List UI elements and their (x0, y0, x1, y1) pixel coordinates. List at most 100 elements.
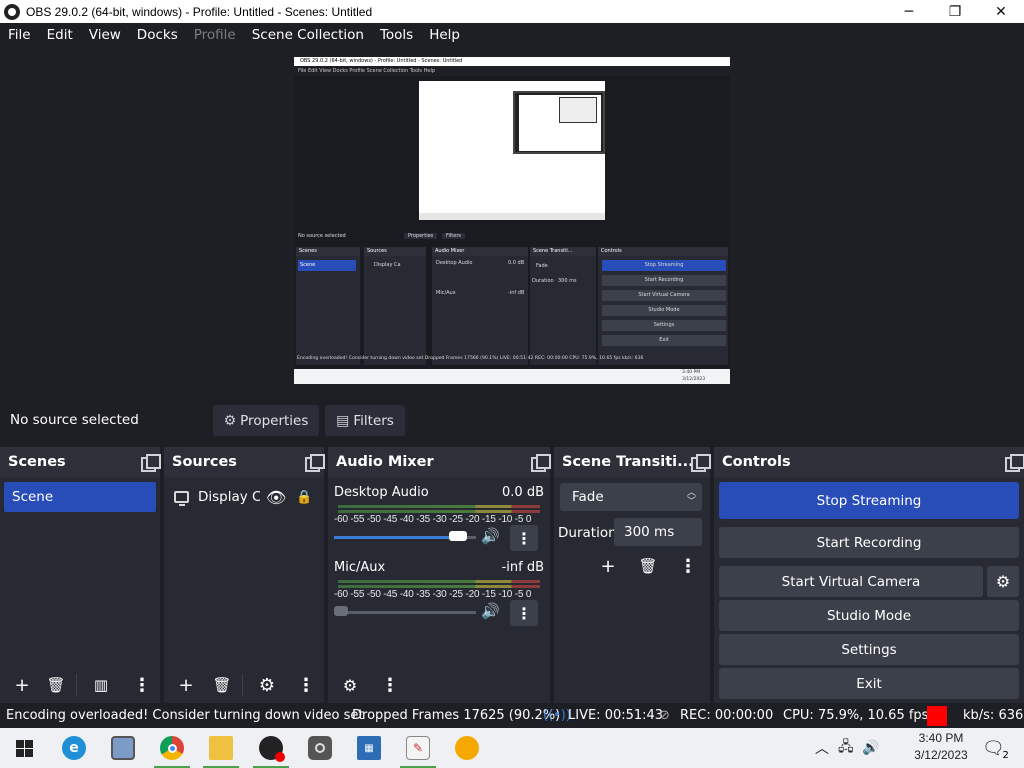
menu-edit[interactable]: Edit (39, 27, 81, 43)
menu-docks[interactable]: Docks (129, 27, 186, 43)
preview-sources-dock: Sources Display Ca (364, 247, 426, 365)
minimize-button[interactable]: ─ (886, 0, 932, 23)
stop-streaming-button[interactable]: Stop Streaming (719, 482, 1019, 519)
menu-bar: File Edit View Docks Profile Scene Colle… (0, 23, 1024, 47)
undock-icon[interactable] (305, 454, 325, 472)
chrome-icon[interactable] (148, 728, 196, 768)
add-source-button[interactable]: + (172, 671, 200, 699)
preview-canvas[interactable]: OBS 29.0.2 (64-bit, windows) - Profile: … (294, 57, 730, 384)
controls-dock: Controls Stop Streaming Start Recording … (714, 447, 1024, 703)
windows-start-icon[interactable] (0, 728, 48, 768)
sources-footer: + 🗑 ⚙ ⋮ (164, 667, 324, 703)
notepad-icon[interactable]: ✎ (394, 728, 442, 768)
bitrate-indicator (927, 706, 947, 726)
preview-properties-label: Properties (404, 233, 438, 239)
slider-thumb[interactable] (334, 606, 348, 616)
sources-dock: Sources Display Ca 👁 🔒 + 🗑 ⚙ ⋮ (164, 447, 325, 703)
edge-icon[interactable]: e (50, 728, 98, 768)
properties-label: Properties (240, 412, 309, 429)
start-recording-button[interactable]: Start Recording (719, 527, 1019, 558)
channel-menu-button[interactable]: ⋮ (510, 525, 538, 551)
add-scene-button[interactable]: + (8, 671, 36, 699)
speaker-icon[interactable]: 🔊 (481, 527, 500, 545)
menu-scene-collection[interactable]: Scene Collection (244, 27, 372, 43)
maximize-button[interactable]: ❐ (932, 0, 978, 23)
slider-thumb[interactable] (449, 531, 467, 541)
menu-view[interactable]: View (81, 27, 129, 43)
menu-file[interactable]: File (0, 27, 39, 43)
remove-scene-button[interactable]: 🗑 (42, 671, 70, 699)
virtual-camera-gear-icon[interactable]: ⚙ (987, 566, 1019, 597)
eye-icon[interactable]: 👁 (266, 488, 286, 507)
preview-window-title: OBS 29.0.2 (64-bit, windows) - Profile: … (294, 57, 730, 66)
menu-tools[interactable]: Tools (372, 27, 421, 43)
obs-logo-icon (4, 3, 20, 20)
properties-button[interactable]: ⚙ Properties (213, 405, 319, 436)
volume-slider[interactable] (334, 606, 476, 616)
mixer-title: Audio Mixer (336, 454, 434, 470)
studio-mode-button[interactable]: Studio Mode (719, 600, 1019, 631)
camera-icon[interactable] (296, 728, 344, 768)
lock-icon[interactable]: 🔒 (296, 490, 312, 505)
undock-icon[interactable] (1005, 454, 1024, 472)
sticky-app-icon[interactable] (443, 728, 491, 768)
duration-spinbox[interactable]: 300 ms (614, 518, 702, 546)
undock-icon[interactable] (691, 454, 711, 472)
notification-count: 2 (1002, 749, 1009, 761)
mixer-header: Audio Mixer (328, 447, 551, 477)
tray-chevron-icon[interactable]: ︿ (815, 728, 829, 768)
close-button[interactable]: ✕ (978, 0, 1024, 23)
settings-button[interactable]: Settings (719, 634, 1019, 665)
volume-icon[interactable]: 🔊 (862, 728, 879, 768)
exit-button[interactable]: Exit (719, 668, 1019, 699)
gear-icon: ⚙ (223, 412, 237, 429)
channel-menu-button[interactable]: ⋮ (510, 600, 538, 626)
undock-icon[interactable] (141, 454, 161, 472)
notifications-icon[interactable]: 🗨 2 (982, 728, 1009, 768)
preview-menu-bar: File Edit View Docks Profile Scene Colle… (294, 66, 730, 76)
remove-transition-button[interactable]: 🗑 (632, 552, 664, 580)
transitions-header: Scene Transiti... (554, 447, 711, 477)
obs-taskbar-icon[interactable] (247, 728, 295, 768)
scene-filters-icon[interactable]: ▥ (87, 671, 115, 699)
menu-help[interactable]: Help (421, 27, 468, 43)
preview-controls-dock: Controls Stop Streaming Start Recording … (598, 247, 728, 365)
status-bar: Encoding overloaded! Consider turning do… (0, 704, 1024, 728)
preview-area[interactable]: OBS 29.0.2 (64-bit, windows) - Profile: … (0, 47, 1024, 404)
scene-menu-button[interactable]: ⋮ (128, 671, 156, 699)
transition-select[interactable]: Fade ︿ ﹀ (560, 483, 702, 511)
file-explorer-icon[interactable] (197, 728, 245, 768)
scenes-title: Scenes (8, 454, 66, 470)
filters-button[interactable]: ▤ Filters (325, 405, 405, 436)
remove-source-button[interactable]: 🗑 (208, 671, 236, 699)
scenes-header: Scenes (0, 447, 161, 477)
taskbar-clock[interactable]: 3:40 PM 3/12/2023 (913, 730, 969, 764)
scene-transitions-dock: Scene Transiti... Fade ︿ ﹀ Duration 300 m… (554, 447, 711, 703)
source-item[interactable]: Display Ca 👁 🔒 (172, 482, 320, 512)
preview-status-text: Encoding overloaded! Consider turning do… (297, 356, 644, 361)
volume-meter (338, 580, 540, 588)
start-virtual-camera-button[interactable]: Start Virtual Camera (719, 566, 983, 597)
advanced-audio-gear-icon[interactable]: ⚙ (336, 671, 364, 699)
photos-icon[interactable] (99, 728, 147, 768)
network-icon[interactable]: 🖧 (838, 728, 854, 768)
scene-item[interactable]: Scene (4, 482, 156, 512)
source-menu-button[interactable]: ⋮ (292, 671, 320, 699)
source-name: Display Ca (198, 489, 260, 505)
speaker-icon[interactable]: 🔊 (481, 602, 500, 620)
preview-nested-taskbar (419, 213, 605, 220)
source-properties-gear-icon[interactable]: ⚙ (253, 671, 281, 699)
meter-scale: -60 -55 -50 -45 -40 -35 -30 -25 -20 -15 … (334, 589, 532, 600)
cpu-usage: CPU: 75.9%, 10.65 fps (783, 708, 929, 723)
add-transition-button[interactable]: + (592, 552, 624, 580)
transition-value: Fade (572, 489, 604, 505)
mixer-menu-button[interactable]: ⋮ (376, 671, 404, 699)
undock-icon[interactable] (531, 454, 551, 472)
menu-profile[interactable]: Profile (186, 27, 244, 43)
status-message: Encoding overloaded! Consider turning do… (6, 708, 364, 723)
clock-date: 3/12/2023 (914, 748, 968, 762)
live-time: LIVE: 00:51:43 (568, 708, 664, 723)
volume-slider[interactable] (334, 531, 476, 541)
calculator-icon[interactable]: ▦ (345, 728, 393, 768)
transition-menu-button[interactable]: ⋮ (672, 552, 704, 580)
